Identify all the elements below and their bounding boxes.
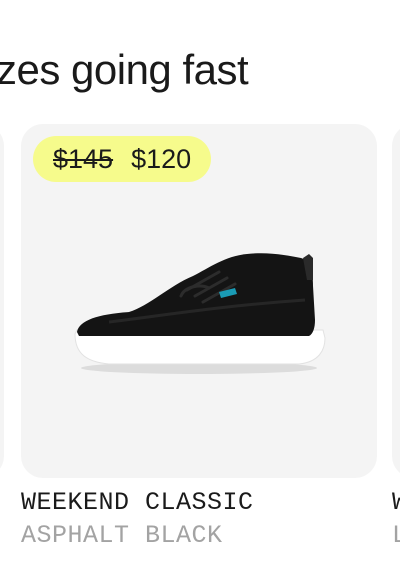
- next-product-color: L: [392, 521, 400, 550]
- next-product-name[interactable]: W: [392, 488, 400, 517]
- product-color: ASPHALT BLACK: [21, 521, 223, 550]
- product-card-previous[interactable]: [0, 124, 4, 478]
- product-carousel-viewport: zes going fast $145 $120 WEEKEND CLASSIC…: [0, 0, 400, 571]
- product-name[interactable]: WEEKEND CLASSIC: [21, 488, 254, 517]
- original-price: $145: [53, 143, 114, 174]
- product-card-next[interactable]: [392, 124, 400, 478]
- price-badge: $145 $120: [33, 136, 212, 182]
- section-heading: zes going fast: [0, 46, 249, 93]
- product-image[interactable]: [69, 250, 329, 380]
- product-card[interactable]: $145 $120: [21, 124, 377, 478]
- sale-price: $120: [131, 143, 192, 174]
